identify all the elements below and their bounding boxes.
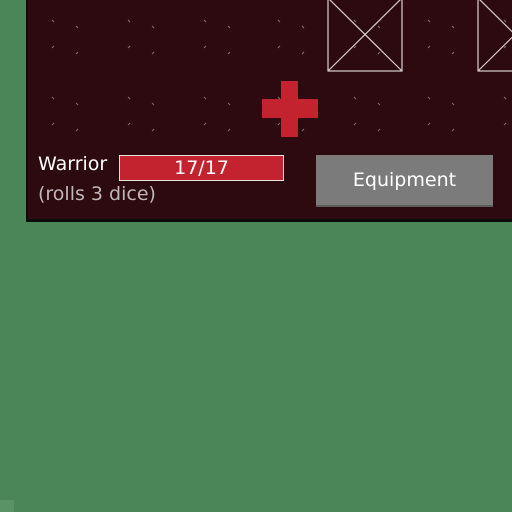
floor-mark [503, 96, 507, 100]
character-name: Warrior [38, 153, 108, 175]
floor-mark [377, 102, 381, 106]
floor-mark [451, 102, 455, 106]
floor-mark [451, 128, 455, 132]
crossed-box-icon[interactable] [477, 0, 512, 72]
floor-mark [203, 96, 207, 100]
floor-mark [227, 128, 231, 132]
floor-mark [151, 51, 155, 55]
floor-mark [277, 19, 281, 23]
dice-note: (rolls 3 dice) [38, 183, 156, 205]
floor-mark [277, 96, 281, 100]
floor-mark [203, 45, 207, 49]
floor-mark [227, 51, 231, 55]
floor-mark [51, 96, 55, 100]
floor-mark [151, 25, 155, 29]
floor-mark [75, 51, 79, 55]
equipment-button[interactable]: Equipment [316, 155, 493, 207]
floor-mark [51, 19, 55, 23]
health-value: 17/17 [174, 157, 229, 179]
floor-mark [451, 51, 455, 55]
floor-mark [503, 45, 507, 49]
health-bar: 17/17 [119, 155, 284, 181]
floor-mark [353, 122, 357, 126]
floor-mark [503, 122, 507, 126]
corner-marker [0, 500, 14, 512]
floor-mark [75, 128, 79, 132]
floor-mark [427, 19, 431, 23]
floor-mark [227, 25, 231, 29]
floor-mark [427, 45, 431, 49]
character-panel: Warrior (rolls 3 dice) 17/17 Equipment [26, 0, 512, 222]
floor-mark [301, 128, 305, 132]
floor-mark [277, 45, 281, 49]
floor-mark [301, 51, 305, 55]
floor-mark [353, 96, 357, 100]
floor-mark [427, 122, 431, 126]
floor-mark [127, 19, 131, 23]
left-margin [0, 0, 25, 512]
floor-mark [127, 122, 131, 126]
floor-mark [427, 96, 431, 100]
dungeon-board [51, 0, 512, 137]
floor-mark [127, 96, 131, 100]
red-cross-icon[interactable] [262, 81, 318, 137]
floor-mark [51, 122, 55, 126]
floor-mark [451, 25, 455, 29]
floor-mark [353, 19, 357, 23]
floor-mark [377, 51, 381, 55]
floor-mark [377, 25, 381, 29]
floor-mark [203, 122, 207, 126]
floor-mark [353, 45, 357, 49]
floor-mark [127, 45, 131, 49]
crossed-box-icon[interactable] [327, 0, 403, 72]
floor-mark [377, 128, 381, 132]
floor-mark [203, 19, 207, 23]
floor-mark [277, 122, 281, 126]
game-screen: Warrior (rolls 3 dice) 17/17 Equipment [0, 0, 512, 512]
floor-mark [301, 25, 305, 29]
floor-mark [151, 128, 155, 132]
floor-mark [75, 25, 79, 29]
floor-mark [51, 45, 55, 49]
floor-mark [75, 102, 79, 106]
floor-mark [151, 102, 155, 106]
floor-mark [227, 102, 231, 106]
floor-mark [503, 19, 507, 23]
